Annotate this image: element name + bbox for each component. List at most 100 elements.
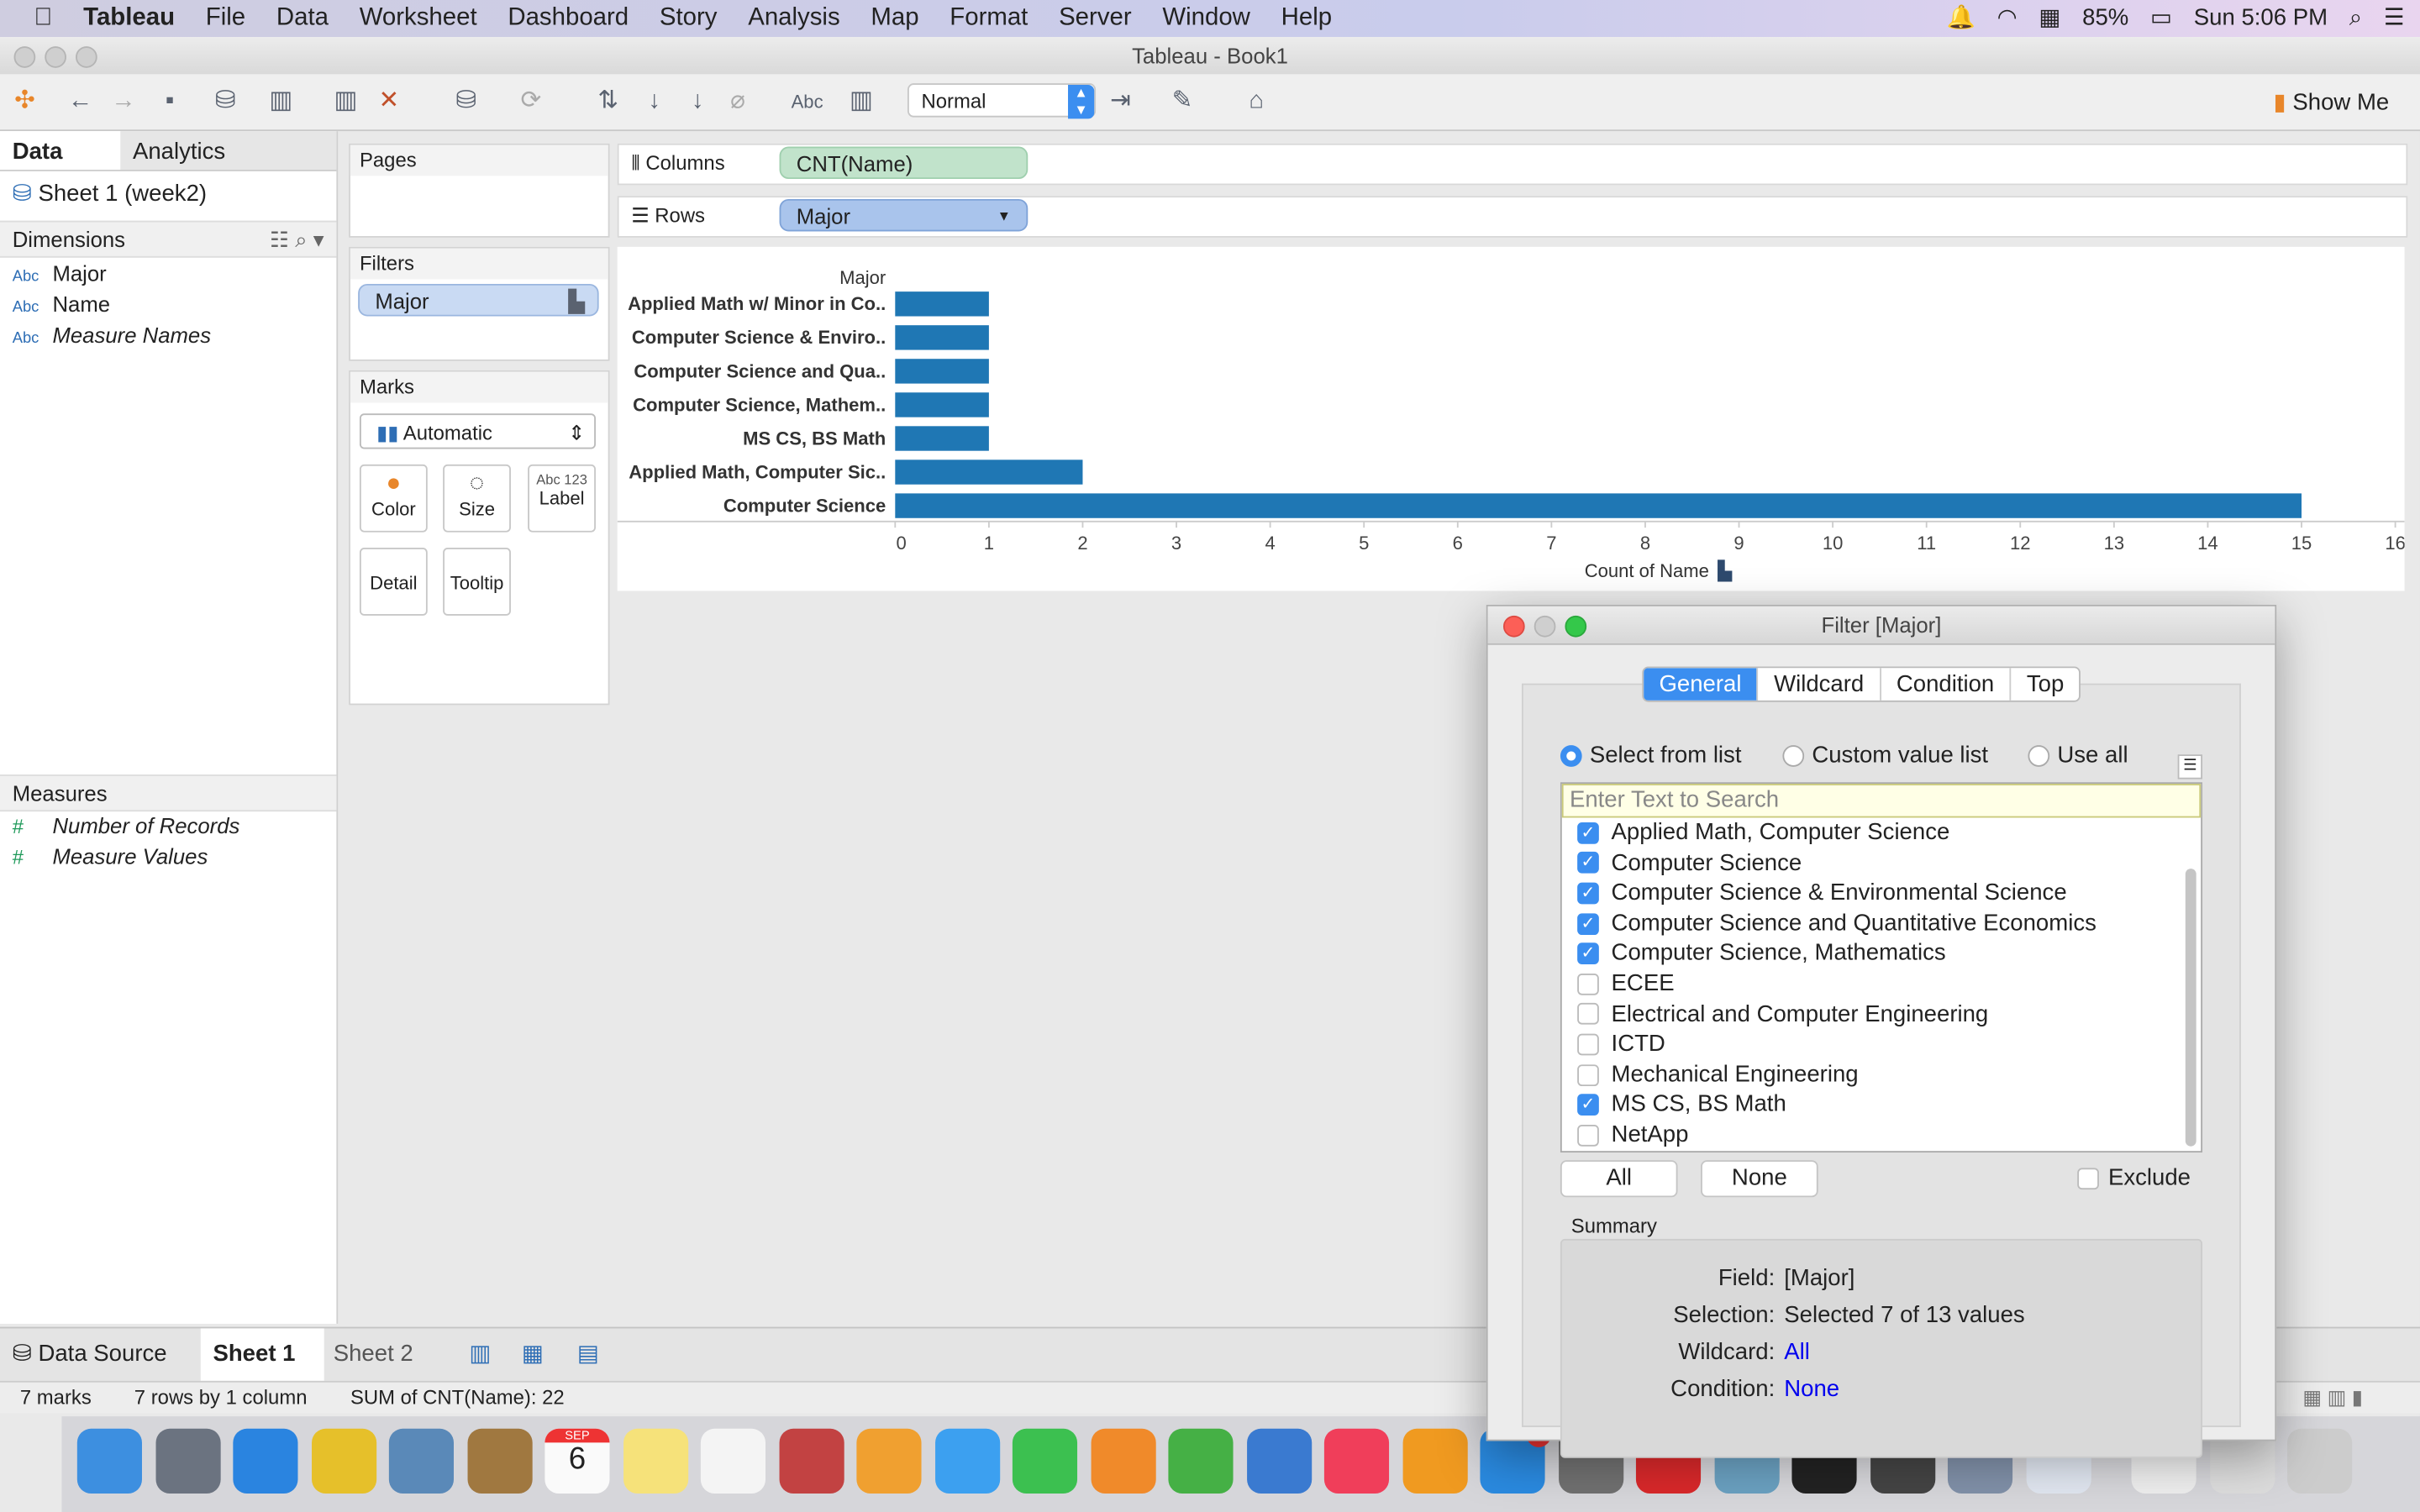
all-button[interactable]: All [1560, 1160, 1678, 1198]
columns-pill[interactable]: CNT(Name) [779, 146, 1028, 180]
list-item[interactable]: ✓ Computer Science [1562, 848, 2201, 878]
fix-axes-icon[interactable]: ⇥ [1105, 87, 1136, 118]
show-labels-icon[interactable]: Abc [787, 87, 828, 118]
presentation-icon[interactable]: ⌂ [1241, 87, 1272, 118]
menu-window[interactable]: Window [1162, 5, 1250, 33]
tab-sheet-1[interactable]: Sheet 1 [200, 1328, 324, 1381]
menu-worksheet[interactable]: Worksheet [360, 5, 477, 33]
fit-icon[interactable]: ▥ [846, 87, 877, 118]
refresh-icon[interactable]: ⟳ [515, 87, 546, 118]
radio-custom-value-list[interactable]: Custom value list [1782, 742, 1988, 769]
list-item[interactable]: ICTD [1562, 1029, 2201, 1059]
reminders-icon[interactable] [700, 1428, 766, 1494]
search-input[interactable]: Enter Text to Search [1561, 784, 2202, 818]
bar[interactable] [895, 359, 989, 384]
dialog-zoom-button[interactable] [1565, 615, 1587, 638]
bar[interactable] [895, 493, 2302, 518]
menu-analysis[interactable]: Analysis [748, 5, 839, 33]
launchpad-icon[interactable] [155, 1428, 220, 1494]
exclude-checkbox[interactable]: Exclude [2077, 1165, 2191, 1191]
detail-button[interactable]: Detail [359, 548, 428, 616]
notification-center-icon[interactable]: ☰ [2384, 3, 2405, 31]
pages-card[interactable]: Pages [349, 143, 610, 238]
bar[interactable] [895, 426, 989, 451]
notes-icon[interactable] [623, 1428, 688, 1494]
ibooks-icon[interactable] [1402, 1428, 1467, 1494]
minimize-button[interactable] [45, 46, 66, 68]
dialog-minimize-button[interactable] [1534, 615, 1556, 638]
group-icon[interactable]: ⌀ [723, 87, 754, 118]
new-worksheet-icon[interactable]: ▥ [457, 1328, 503, 1380]
pause-updates-icon[interactable]: ⛁ [450, 87, 481, 118]
color-button[interactable]: ● Color [359, 464, 428, 533]
safari-icon[interactable] [233, 1428, 298, 1494]
spotlight-icon[interactable]: ⌕ [2349, 4, 2362, 30]
dimension-name[interactable]: Abc Name [0, 288, 336, 319]
menu-dashboard[interactable]: Dashboard [508, 5, 629, 33]
swap-icon[interactable]: ⇅ [592, 87, 623, 118]
mail-icon[interactable] [388, 1428, 454, 1494]
dialog-close-button[interactable] [1502, 615, 1525, 638]
menu-format[interactable]: Format [950, 5, 1028, 33]
checkbox[interactable]: ✓ [1577, 852, 1599, 874]
apple-icon[interactable]:  [34, 5, 52, 33]
redo-icon[interactable]: → [108, 87, 139, 118]
new-dashboard-icon[interactable]: ▦ [509, 1328, 555, 1380]
mark-size-select[interactable]: Normal ▲ ▼ [907, 83, 1097, 119]
itunes-icon[interactable] [1323, 1428, 1390, 1494]
datasource-item[interactable]: ⛁ Sheet 1 (week2) [0, 176, 336, 213]
tab-condition[interactable]: Condition [1881, 668, 2012, 701]
messages-icon[interactable] [934, 1428, 1000, 1494]
photos-icon[interactable] [856, 1428, 922, 1494]
numbers-icon[interactable] [1168, 1428, 1234, 1494]
list-item[interactable]: ✓ Computer Science, Mathematics [1562, 938, 2201, 969]
rows-pill[interactable]: Major ▼ [779, 198, 1028, 232]
close-button[interactable] [13, 46, 36, 68]
trash-icon[interactable] [2287, 1428, 2353, 1494]
menu-data[interactable]: Data [276, 5, 329, 33]
checkbox[interactable] [1577, 1033, 1599, 1056]
none-button[interactable]: None [1701, 1160, 1818, 1198]
checkbox[interactable]: ✓ [1577, 882, 1599, 905]
clear-sheet-icon[interactable]: ✕ [373, 87, 404, 118]
radio-use-all[interactable]: Use all [2028, 742, 2128, 769]
bar[interactable] [895, 392, 989, 417]
tab-general[interactable]: General [1644, 668, 1759, 701]
filter-pill-major[interactable]: Major ▙ [358, 283, 599, 317]
measure-measure-values[interactable]: # Measure Values [0, 841, 336, 872]
checkbox[interactable] [1577, 1063, 1599, 1086]
checkbox[interactable]: ✓ [1577, 942, 1599, 965]
flag-icon[interactable]: ▦ [2039, 3, 2060, 31]
dimension-major[interactable]: Abc Major [0, 258, 336, 289]
checkbox[interactable]: ✓ [1577, 822, 1599, 844]
tab-sheet-2[interactable]: Sheet 2 [321, 1328, 425, 1380]
sort-descending-icon[interactable]: ↓ [682, 87, 713, 118]
photo-booth-icon[interactable] [778, 1428, 844, 1494]
wifi-icon[interactable]: ◠ [1997, 3, 2018, 31]
save-icon[interactable]: ▪ [155, 87, 186, 118]
tab-data[interactable]: Data [0, 131, 121, 171]
menu-server[interactable]: Server [1059, 5, 1132, 33]
highlight-icon[interactable]: ✎ [1167, 87, 1198, 118]
checkbox[interactable]: ✓ [1577, 1094, 1599, 1116]
zoom-button[interactable] [75, 46, 97, 68]
size-button[interactable]: ◌ Size [443, 464, 511, 533]
facetime-icon[interactable] [1012, 1428, 1078, 1494]
battery-percent[interactable]: 85% [2082, 4, 2128, 30]
bar[interactable] [895, 459, 1083, 485]
tableau-logo-icon[interactable]: ✣ [9, 87, 40, 118]
dimension-measure-names[interactable]: Abc Measure Names [0, 319, 336, 350]
menu-map[interactable]: Map [871, 5, 918, 33]
bar[interactable] [895, 325, 989, 350]
battery-icon[interactable]: ▭ [2150, 3, 2172, 31]
checkbox[interactable] [1577, 1124, 1599, 1147]
calendar-icon[interactable]: SEP 6 [544, 1428, 610, 1494]
radio-select-from-list[interactable]: Select from list [1560, 742, 1741, 769]
menu-help[interactable]: Help [1281, 5, 1332, 33]
list-options-icon[interactable]: ☰ [2177, 754, 2203, 780]
measure-number-of-records[interactable]: # Number of Records [0, 810, 336, 841]
pages-icon[interactable] [1090, 1428, 1155, 1494]
new-datasource-icon[interactable]: ⛁ [210, 87, 241, 118]
keynote-icon[interactable] [1246, 1428, 1312, 1494]
checkbox[interactable] [1577, 973, 1599, 995]
